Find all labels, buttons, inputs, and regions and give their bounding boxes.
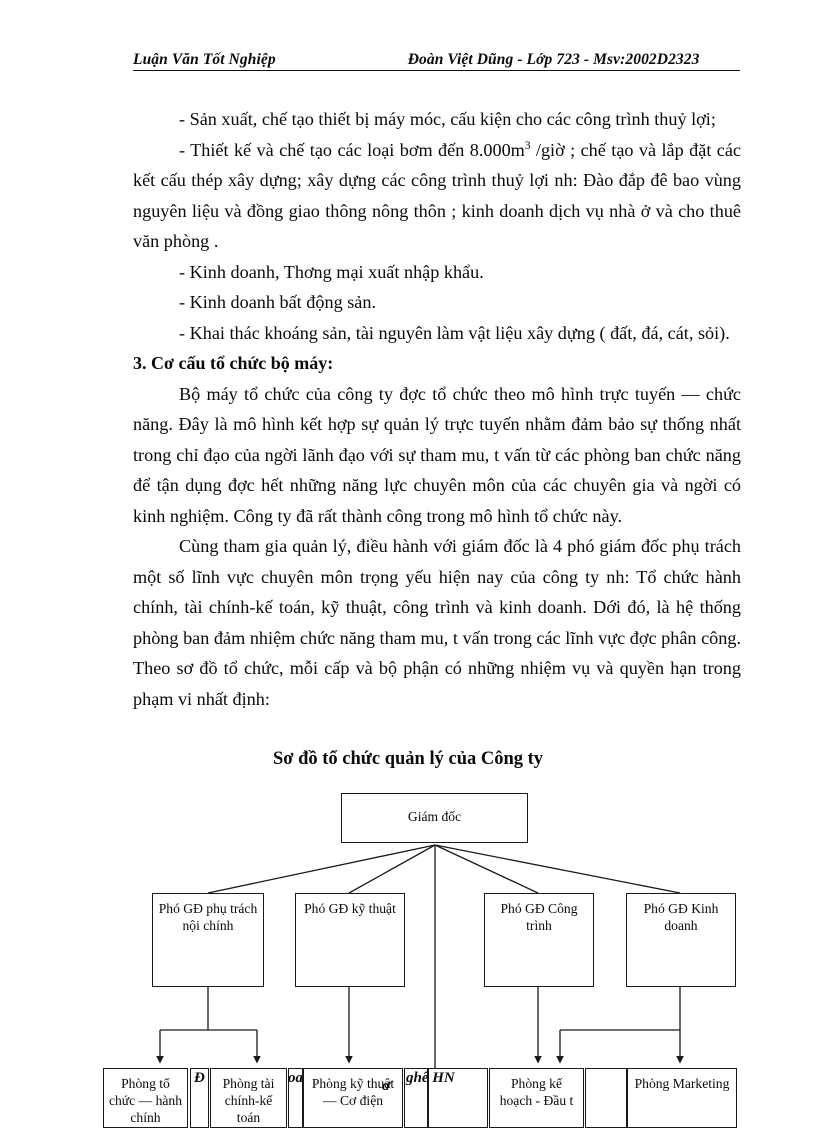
paragraph-design-pumps: - Thiết kế và chế tạo các loại bơm đến 8… [133,135,741,257]
page-running-header: Luận Văn Tốt Nghiệp Đoàn Việt Dũng - Lớp… [133,46,740,71]
org-node-deputy-technical-label: Phó GĐ kỹ thuật [304,901,396,916]
org-node-dept-finance-label: Phòng tài chính-kế toán [222,1076,275,1125]
org-chart-title: Sơ đồ tổ chức quản lý của Công ty [272,749,544,769]
overlay-fragment-1: Đ [194,1070,205,1086]
org-node-director-label: Giám đốc [407,809,462,824]
org-node-deputy-construction[interactable]: Phó GĐ Công trình [484,893,594,987]
header-left-title: Luận Văn Tốt Nghiệp [133,51,276,68]
paragraph-production: - Sản xuất, chế tạo thiết bị máy móc, cấ… [179,109,716,129]
org-node-deputy-construction-label: Phó GĐ Công trình [500,901,578,933]
org-node-deputy-business[interactable]: Phó GĐ Kinh doanh [626,893,736,987]
overlay-fragment-4: ơ [382,1078,391,1094]
overlay-fragment-3: ghê HN [406,1070,455,1086]
org-node-dept-organization[interactable]: Phòng tổ chức — hành chính [103,1068,188,1128]
paragraph-deputy-directors: Cùng tham gia quản lý, điều hành với giá… [133,536,741,709]
org-node-deputy-internal[interactable]: Phó GĐ phụ trách nội chính [152,893,264,987]
section-heading-3: 3. Cơ cấu tổ chức bộ máy: [133,353,334,373]
paragraph-trade: - Kinh doanh, Thơng mại xuất nhập khẩu. [179,261,484,282]
org-node-deputy-business-label: Phó GĐ Kinh doanh [643,901,719,933]
header-right-author: Đoàn Việt Dũng - Lớp 723 - Msv:2002D2323 [407,51,700,68]
org-node-deputy-technical[interactable]: Phó GĐ kỹ thuật [295,893,405,987]
org-node-dept-marketing[interactable]: Phòng Marketing [627,1068,737,1128]
org-node-dept-marketing-label: Phòng Marketing [634,1076,730,1091]
paragraph-realestate: - Kinh doanh bất động sản. [179,292,376,312]
overlay-fragment-2: oa [288,1070,303,1086]
org-node-spacer-box-5 [585,1068,627,1128]
org-node-dept-technical[interactable]: Phòng kỹ thuật — Cơ điện [303,1068,403,1128]
pump-text-part1: - Thiết kế và chế tạo các loại bơm đến 8… [179,139,525,160]
paragraph-mining: - Khai thác khoáng sản, tài nguyên làm v… [179,322,730,343]
document-body: - Sản xuất, chế tạo thiết bị máy móc, cấ… [133,104,741,714]
org-node-dept-planning[interactable]: Phòng kế hoạch - Đầu t [489,1068,584,1128]
paragraph-org-model: Bộ máy tổ chức của công ty đợc tổ chức t… [133,383,741,526]
org-node-director[interactable]: Giám đốc [341,793,528,843]
org-node-deputy-internal-label: Phó GĐ phụ trách nội chính [158,901,258,933]
org-node-dept-planning-label: Phòng kế hoạch - Đầu t [499,1076,574,1108]
org-node-dept-finance[interactable]: Phòng tài chính-kế toán [210,1068,287,1128]
org-node-dept-organization-label: Phòng tổ chức — hành chính [108,1076,183,1125]
